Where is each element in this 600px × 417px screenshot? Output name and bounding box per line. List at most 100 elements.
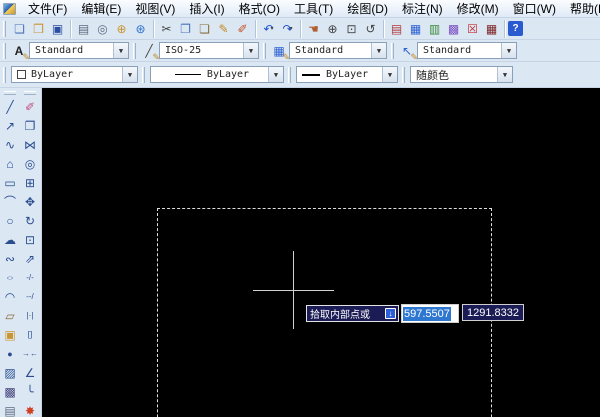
chevron-down-icon[interactable]: ▼ <box>122 67 137 82</box>
spline-icon[interactable]: ∾ <box>0 249 20 268</box>
markup-set-manager-icon[interactable]: ☒ <box>463 20 482 38</box>
color-control-combo[interactable]: ByLayer ▼ <box>11 66 138 83</box>
cut-icon[interactable]: ✂ <box>157 20 176 38</box>
properties-palette-icon[interactable]: ▤ <box>387 20 406 38</box>
undo-icon[interactable]: ↶ ▾ <box>259 20 278 38</box>
publish-icon[interactable]: ⊕ <box>112 20 131 38</box>
point-icon[interactable]: ● <box>0 344 20 363</box>
lineweight-combo[interactable]: ByLayer ▼ <box>296 66 398 83</box>
menu-modify[interactable]: 修改(M) <box>450 0 506 18</box>
redo-icon[interactable]: ↷ ▾ <box>278 20 297 38</box>
quickcalc-icon[interactable]: ▦ <box>482 20 501 38</box>
break-at-point-icon[interactable]: |·| <box>20 306 40 325</box>
plot-style-combo[interactable]: 随颜色 ▼ <box>410 66 513 83</box>
save-icon[interactable]: ▣ <box>48 20 67 38</box>
menu-insert[interactable]: 插入(I) <box>182 0 231 18</box>
break-icon[interactable]: [] <box>20 325 40 344</box>
join-icon[interactable]: →← <box>20 344 40 363</box>
fillet-icon[interactable]: ╰ <box>20 382 40 401</box>
chevron-down-icon[interactable]: ▼ <box>382 67 397 82</box>
toolbar-grip[interactable] <box>3 66 6 83</box>
menu-window[interactable]: 窗口(W) <box>506 0 563 18</box>
sheet-set-manager-icon[interactable]: ▩ <box>444 20 463 38</box>
make-block-icon[interactable]: ▣ <box>0 325 20 344</box>
move-icon[interactable]: ✥ <box>20 192 40 211</box>
menu-tools[interactable]: 工具(T) <box>287 0 340 18</box>
prompt-options-icon[interactable]: ↓ <box>385 308 396 319</box>
chevron-down-icon[interactable]: ▼ <box>497 67 512 82</box>
open-icon[interactable]: ❒ <box>29 20 48 38</box>
linetype-combo[interactable]: ByLayer ▼ <box>150 66 284 83</box>
mleader-style-icon[interactable]: ↖ ✎ <box>398 42 418 62</box>
mirror-icon[interactable]: ⋈ <box>20 135 40 154</box>
chevron-down-icon[interactable]: ▼ <box>113 43 128 58</box>
mleader-style-combo[interactable]: Standard ▼ <box>417 42 517 59</box>
extend-icon[interactable]: --/ <box>20 287 40 306</box>
polyline-icon[interactable]: ∿ <box>0 135 20 154</box>
menu-file[interactable]: 文件(F) <box>21 0 74 18</box>
toolbar-grip[interactable] <box>288 66 291 83</box>
plot-icon[interactable]: ▤ <box>74 20 93 38</box>
menu-view[interactable]: 视图(V) <box>128 0 182 18</box>
designcenter-icon[interactable]: ▦ <box>406 20 425 38</box>
toolbar-grip[interactable] <box>402 66 405 83</box>
zoom-realtime-icon[interactable]: ⊕ <box>323 20 342 38</box>
dim-style-icon[interactable]: ╱ ✎ <box>140 42 160 62</box>
rotate-icon[interactable]: ↻ <box>20 211 40 230</box>
plot-preview-icon[interactable]: ◎ <box>93 20 112 38</box>
explode-icon[interactable]: ✸ <box>20 401 40 417</box>
chevron-down-icon[interactable]: ▼ <box>371 43 386 58</box>
ellipse-icon[interactable]: ○ <box>0 268 20 287</box>
arc-icon[interactable]: ⌒ <box>0 192 20 211</box>
gradient-icon[interactable]: ▩ <box>0 382 20 401</box>
hatch-icon[interactable]: ▨ <box>0 363 20 382</box>
scale-icon[interactable]: ⊡ <box>20 230 40 249</box>
construction-line-icon[interactable]: ↗ <box>0 116 20 135</box>
help-icon[interactable]: ? <box>508 21 523 36</box>
copy-clip-icon[interactable]: ❐ <box>176 20 195 38</box>
trim-icon[interactable]: -/- <box>20 268 40 287</box>
revision-cloud-icon[interactable]: ☁ <box>0 230 20 249</box>
array-icon[interactable]: ⊞ <box>20 173 40 192</box>
dynamic-input-x-field[interactable]: 597.5507 <box>401 304 459 323</box>
menu-help[interactable]: 帮助(H) <box>563 0 600 18</box>
dim-style-combo[interactable]: ISO-25 ▼ <box>159 42 259 59</box>
text-style-combo[interactable]: Standard ▼ <box>29 42 129 59</box>
chamfer-icon[interactable]: ∠ <box>20 363 40 382</box>
toolbar-grip[interactable] <box>142 66 145 83</box>
text-style-icon[interactable]: A ✎ <box>10 42 30 62</box>
dynamic-input-y-field[interactable]: 1291.8332 <box>462 304 524 321</box>
rectangle-icon[interactable]: ▭ <box>0 173 20 192</box>
pan-icon[interactable]: ☚ <box>304 20 323 38</box>
new-icon[interactable]: ❏ <box>10 20 29 38</box>
chevron-down-icon[interactable]: ▼ <box>268 67 283 82</box>
toolbar-grip[interactable] <box>3 20 6 37</box>
zoom-previous-icon[interactable]: ↺ <box>361 20 380 38</box>
redo-dropdown-icon[interactable]: ▾ <box>290 25 293 32</box>
menu-format[interactable]: 格式(O) <box>232 0 287 18</box>
3d-dwf-icon[interactable]: ⊛ <box>131 20 150 38</box>
chevron-down-icon[interactable]: ▼ <box>501 43 516 58</box>
insert-block-icon[interactable]: ▱ <box>0 306 20 325</box>
undo-dropdown-icon[interactable]: ▾ <box>271 25 274 32</box>
polygon-icon[interactable]: ⌂ <box>0 154 20 173</box>
toolbar-grip[interactable] <box>24 91 36 95</box>
erase-icon[interactable]: ✐ <box>20 97 40 116</box>
copy-icon[interactable]: ❐ <box>20 116 40 135</box>
zoom-window-icon[interactable]: ⊡ <box>342 20 361 38</box>
region-icon[interactable]: ▤ <box>0 401 20 417</box>
circle-icon[interactable]: ○ <box>0 211 20 230</box>
table-style-combo[interactable]: Standard ▼ <box>289 42 387 59</box>
drawing-canvas[interactable]: 拾取内部点或 ↓ 597.5507 1291.8332 <box>42 88 600 417</box>
menu-dimension[interactable]: 标注(N) <box>395 0 450 18</box>
ellipse-arc-icon[interactable]: ◠ <box>0 287 20 306</box>
pencil-edit-icon[interactable]: ✎ <box>214 20 233 38</box>
toolbar-grip[interactable] <box>263 42 266 59</box>
paste-icon[interactable]: ❏ <box>195 20 214 38</box>
line-icon[interactable]: ╱ <box>0 97 20 116</box>
tool-palettes-icon[interactable]: ▥ <box>425 20 444 38</box>
toolbar-grip[interactable] <box>133 42 136 59</box>
stretch-icon[interactable]: ⇗ <box>20 249 40 268</box>
menu-edit[interactable]: 编辑(E) <box>74 0 128 18</box>
match-properties-icon[interactable]: ✐ <box>233 20 252 38</box>
